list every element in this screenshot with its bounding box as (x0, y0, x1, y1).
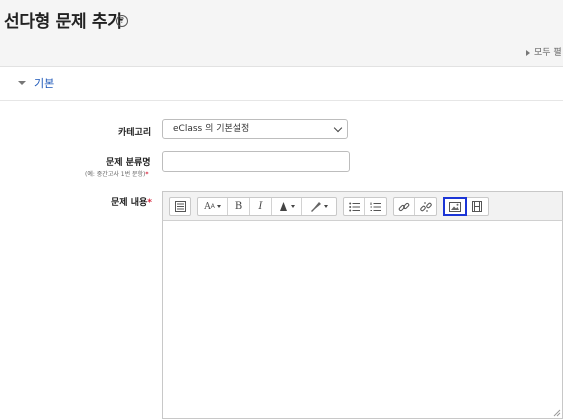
page-title-text: 선다형 문제 추가 (4, 12, 123, 32)
insert-image-icon (448, 201, 461, 212)
caret-down-icon (216, 205, 221, 208)
highlight-color-button[interactable] (302, 198, 336, 215)
name-hint-text: (예: 중간고사 1번 문항) (85, 171, 146, 178)
expand-all-label: 모두 펼 (534, 48, 562, 58)
bold-button[interactable]: B (228, 198, 250, 215)
unordered-list-icon (348, 202, 360, 211)
name-label: 문제 분류명 (106, 158, 151, 168)
font-color-icon (280, 202, 287, 211)
toolbar-group (443, 197, 489, 216)
section-title[interactable]: 기본 (34, 75, 54, 91)
toolbar-group (343, 197, 387, 216)
chevron-down-icon[interactable] (18, 81, 26, 85)
bold-icon: B (234, 201, 243, 212)
unlink-button[interactable] (415, 198, 436, 215)
caret-down-icon (324, 205, 328, 208)
link-button[interactable] (394, 198, 415, 215)
chevron-down-icon (333, 123, 343, 133)
italic-icon: I (258, 201, 263, 212)
page-title: 선다형 문제 추가 (4, 7, 123, 32)
toolbar-group: AA B I (197, 197, 337, 216)
link-icon (398, 202, 410, 211)
required-mark: * (145, 171, 149, 178)
font-size-icon-small: A (210, 203, 215, 210)
question-text-label: 문제 내용* (111, 195, 152, 208)
expand-all-link[interactable]: 모두 펼 (526, 45, 562, 58)
ordered-list-button[interactable] (365, 198, 386, 215)
insert-image-button[interactable] (443, 197, 467, 216)
editor-content-area[interactable] (162, 191, 563, 419)
help-icon[interactable]: ? (116, 15, 128, 27)
highlight-color-icon (311, 202, 321, 212)
unordered-list-button[interactable] (344, 198, 365, 215)
italic-button[interactable]: I (250, 198, 272, 215)
toolbar-group (169, 197, 191, 216)
resize-handle-icon[interactable] (553, 409, 561, 417)
unlink-icon (419, 201, 432, 212)
ordered-list-icon (370, 202, 381, 211)
required-mark: * (147, 198, 152, 208)
section-header[interactable] (0, 66, 563, 101)
insert-media-icon (472, 201, 482, 212)
font-color-button[interactable] (272, 198, 302, 215)
insert-media-button[interactable] (466, 198, 488, 215)
name-hint: (예: 중간고사 1번 문항)* (85, 169, 149, 178)
category-select-value: eClass 의 기본설정 (173, 124, 250, 134)
editor-toolbar: AA B I (162, 191, 563, 221)
caret-down-icon (291, 205, 295, 208)
toolbar-toggle-icon (174, 201, 186, 212)
toolbar-toggle-button[interactable] (170, 198, 190, 215)
font-size-button[interactable]: AA (198, 198, 228, 215)
name-input[interactable] (162, 151, 350, 172)
question-text-label-text: 문제 내용 (111, 198, 148, 208)
toolbar-group (393, 197, 437, 216)
caret-right-icon (526, 49, 530, 56)
category-label: 카테고리 (118, 128, 152, 138)
category-select[interactable]: eClass 의 기본설정 (162, 119, 348, 139)
